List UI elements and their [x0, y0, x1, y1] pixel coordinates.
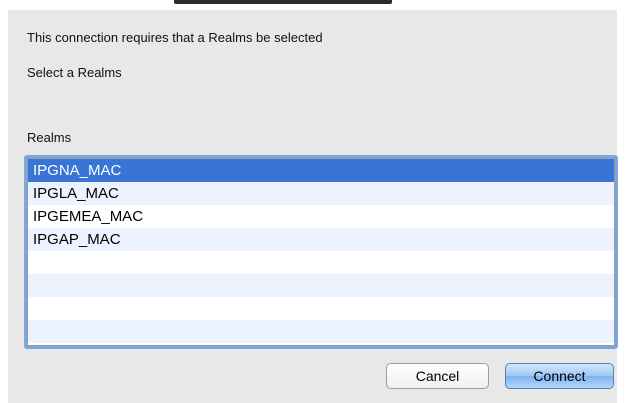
realms-list-label: Realms: [27, 130, 72, 145]
dialog-message: This connection requires that a Realms b…: [27, 30, 323, 45]
empty-list-row: [28, 320, 614, 343]
dialog-prompt: Select a Realms: [27, 65, 122, 80]
cancel-button[interactable]: Cancel: [386, 363, 489, 389]
realm-list-item[interactable]: IPGEMEA_MAC: [28, 205, 614, 228]
realm-list-item[interactable]: IPGLA_MAC: [28, 182, 614, 205]
connect-button[interactable]: Connect: [505, 363, 614, 389]
realm-list-item[interactable]: IPGNA_MAC: [28, 159, 614, 182]
empty-list-row: [28, 251, 614, 274]
realms-list[interactable]: IPGNA_MAC IPGLA_MAC IPGEMEA_MAC IPGAP_MA…: [27, 158, 615, 346]
realm-selection-dialog: This connection requires that a Realms b…: [8, 10, 617, 403]
empty-list-row: [28, 274, 614, 297]
empty-list-row: [28, 297, 614, 320]
window-title-notch: [174, 0, 392, 4]
realm-list-item[interactable]: IPGAP_MAC: [28, 228, 614, 251]
window-top-edge: [0, 0, 625, 10]
